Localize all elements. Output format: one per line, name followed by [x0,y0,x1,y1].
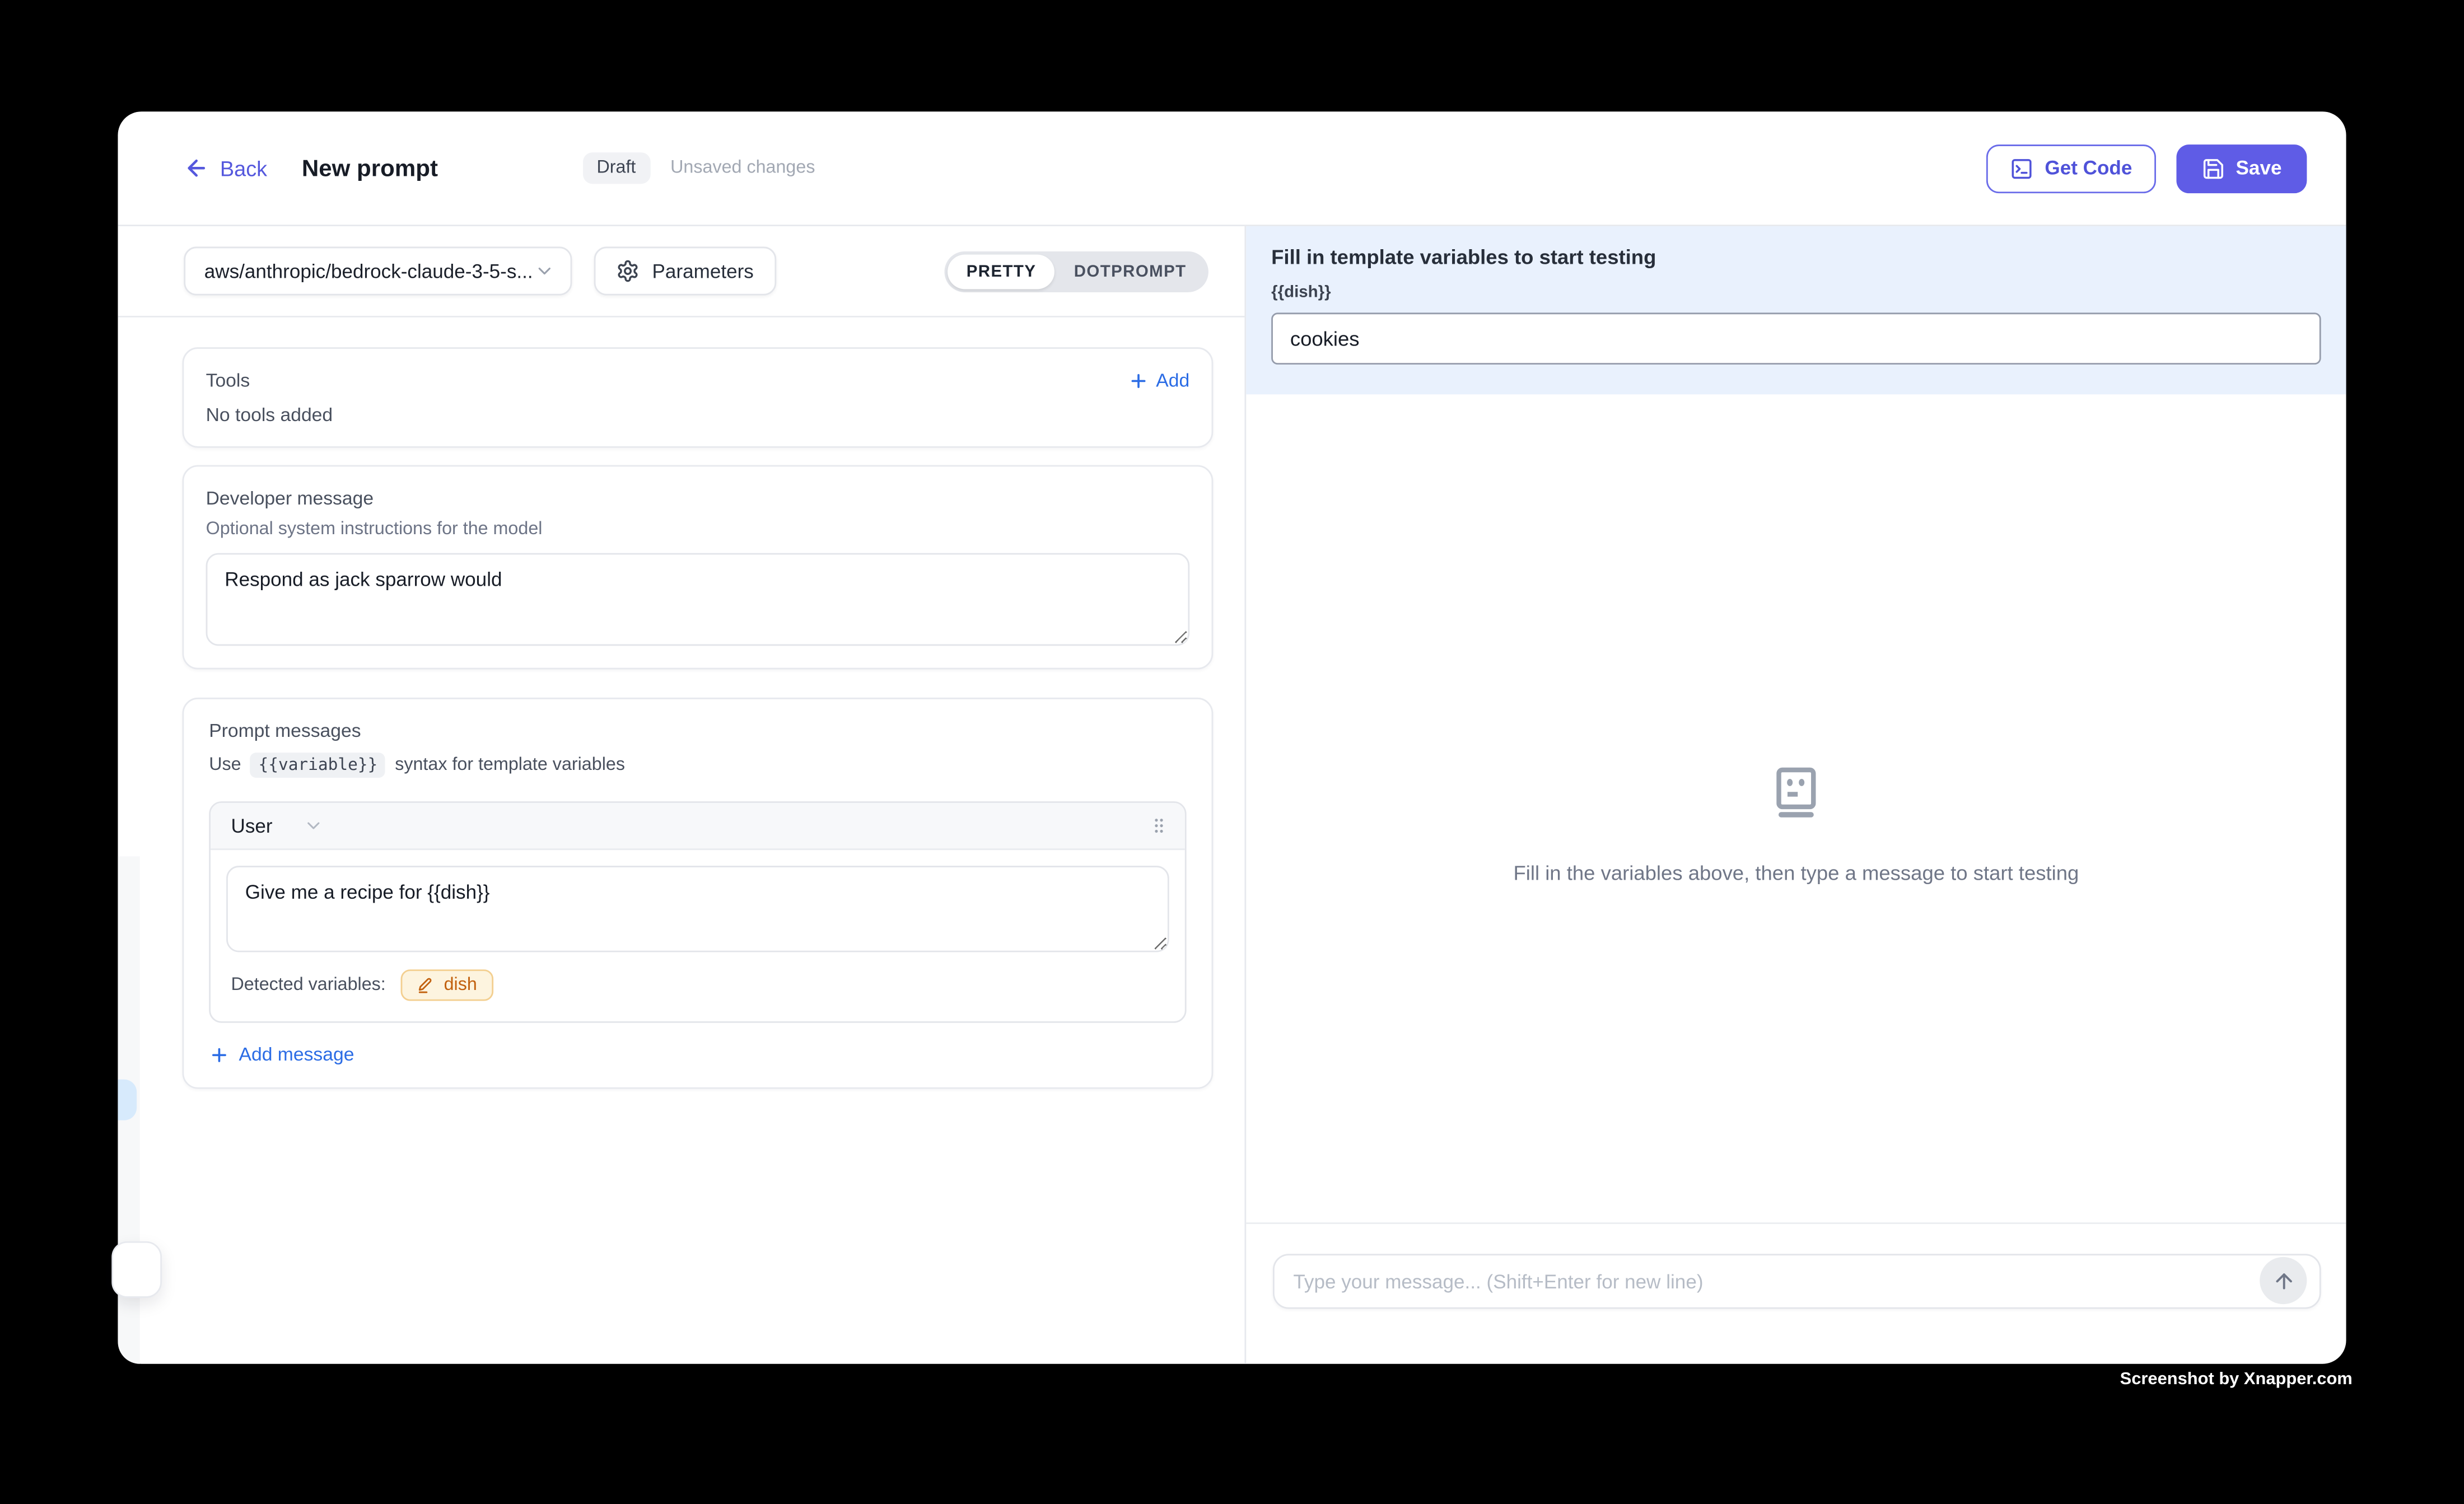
model-select[interactable]: aws/anthropic/bedrock-claude-3-5-s... [184,247,572,296]
model-select-value: aws/anthropic/bedrock-claude-3-5-s... [204,260,533,282]
terminal-icon [2010,156,2034,180]
message-block: User Give me a recipe for {{dish}} [209,801,1186,1023]
chevron-down-icon [534,261,554,281]
parameters-label: Parameters [652,260,754,282]
hint-suffix: syntax for template variables [395,756,625,775]
editor-sections: Tools Add No tools added Developer messa… [183,317,1214,1089]
variable-name: dish [444,976,477,995]
message-body: Give me a recipe for {{dish}} Detected v… [211,850,1185,1021]
model-bar: aws/anthropic/bedrock-claude-3-5-s... Pa… [184,247,1208,296]
gear-icon [616,259,640,283]
get-code-button[interactable]: Get Code [1987,144,2156,193]
back-label: Back [220,156,267,180]
empty-state: Fill in the variables above, then type a… [1246,767,2346,884]
detected-variables-label: Detected variables: [231,976,385,995]
header-actions: Get Code Save [1987,144,2307,193]
hint-prefix: Use [209,756,241,775]
pencil-icon [417,976,436,995]
sidebar-active-item-sliver [118,1080,136,1120]
prompt-editor-panel: aws/anthropic/bedrock-claude-3-5-s... Pa… [118,226,1246,1364]
prompt-messages-title: Prompt messages [209,720,1186,741]
developer-message-input[interactable]: Respond as jack sparrow would [206,553,1190,646]
app-window: Back New prompt Draft Unsaved changes Ge… [118,111,2346,1363]
unsaved-changes-note: Unsaved changes [670,158,815,178]
add-message-button[interactable]: Add message [209,1043,1186,1065]
save-label: Save [2236,157,2282,179]
tools-empty-text: No tools added [206,404,1190,426]
back-button[interactable]: Back [184,156,267,181]
background-popover-sliver [111,1241,162,1298]
composer [1246,1222,2346,1364]
message-header: User [211,803,1185,850]
role-select-value: User [231,815,272,837]
toggle-option-dotprompt[interactable]: DOTPROMPT [1055,254,1205,288]
header: Back New prompt Draft Unsaved changes Ge… [118,111,2346,226]
send-button[interactable] [2260,1257,2307,1304]
arrow-left-icon [184,156,209,181]
parameters-button[interactable]: Parameters [594,247,776,296]
test-panel: Fill in template variables to start test… [1246,226,2346,1364]
developer-message-card: Developer message Optional system instru… [183,465,1214,670]
format-toggle: PRETTY DOTPROMPT [944,251,1208,292]
status-badge: Draft [582,152,650,184]
variable-syntax-chip: {{variable}} [250,753,385,778]
empty-state-text: Fill in the variables above, then type a… [1513,861,2079,885]
save-icon [2201,156,2225,180]
arrow-up-icon [2271,1269,2295,1292]
page-title: New prompt [302,155,438,181]
variable-value-input[interactable] [1271,312,2321,365]
tools-title: Tools [206,369,250,391]
toggle-option-pretty[interactable]: PRETTY [948,254,1055,288]
variable-label: {{dish}} [1271,283,2321,302]
plus-icon [1128,370,1148,390]
plus-icon [209,1044,229,1064]
add-tool-button[interactable]: Add [1128,369,1189,391]
composer-box [1273,1254,2321,1309]
screenshot-stage: Back New prompt Draft Unsaved changes Ge… [0,0,2464,1503]
get-code-label: Get Code [2045,157,2132,179]
variables-band: Fill in template variables to start test… [1246,226,2346,394]
variables-heading: Fill in template variables to start test… [1271,226,2321,269]
developer-message-subtitle: Optional system instructions for the mod… [206,520,1190,539]
add-tool-label: Add [1156,369,1189,391]
drag-handle-icon[interactable] [1149,815,1169,835]
save-button[interactable]: Save [2176,144,2307,193]
user-message-input[interactable]: Give me a recipe for {{dish}} [226,866,1169,952]
variable-badge-dish[interactable]: dish [402,969,493,1001]
chevron-down-icon[interactable] [304,815,324,835]
add-message-label: Add message [239,1043,354,1065]
template-hint: Use {{variable}} syntax for template var… [209,753,1186,778]
prompt-messages-card: Prompt messages Use {{variable}} syntax … [183,698,1214,1089]
robot-screen-icon [1770,767,1823,819]
watermark: Screenshot by Xnapper.com [2120,1370,2353,1389]
chat-message-input[interactable] [1275,1255,2320,1307]
developer-message-title: Developer message [206,487,1190,509]
tools-card: Tools Add No tools added [183,347,1214,448]
detected-variables-row: Detected variables: dish [226,952,1169,1006]
